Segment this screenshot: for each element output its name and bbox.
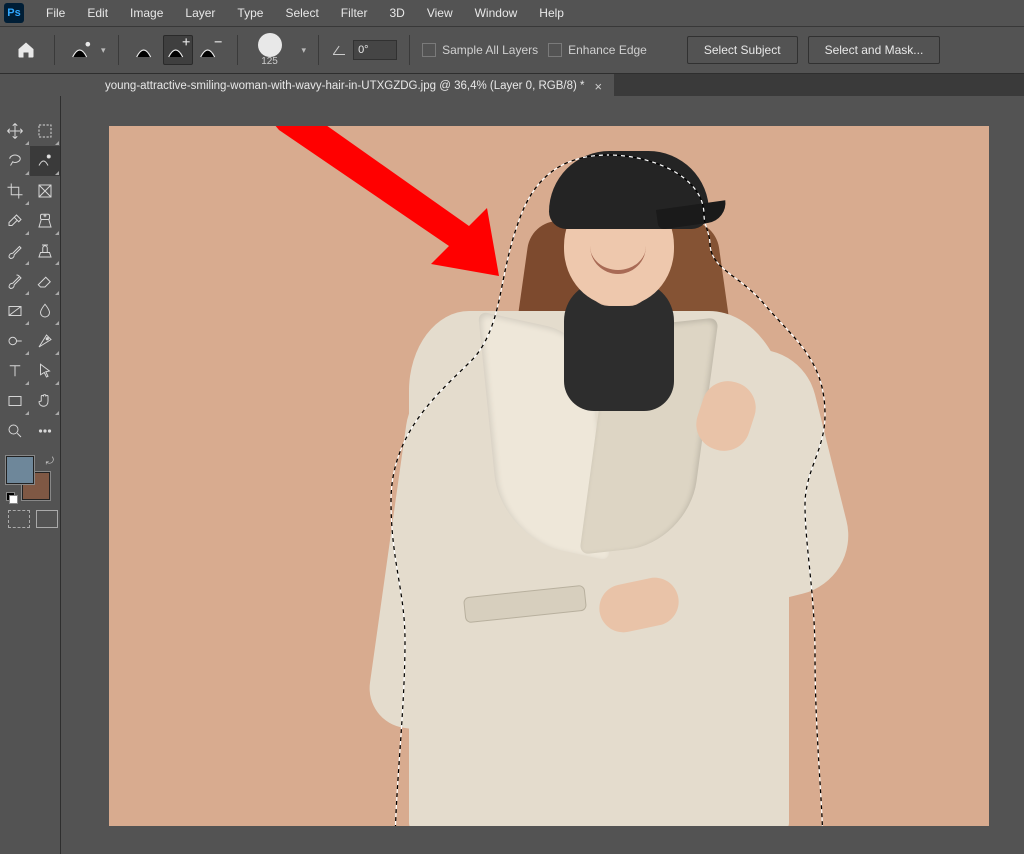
move-tool[interactable]	[0, 116, 30, 146]
options-bar: ▾ 125 ▾ 0° Sample All Layers Enhance Edg…	[0, 26, 1024, 74]
frame-tool[interactable]	[30, 176, 60, 206]
clone-stamp-tool[interactable]	[30, 236, 60, 266]
close-icon[interactable]: ×	[594, 80, 602, 93]
path-selection-tool[interactable]	[30, 356, 60, 386]
default-colors-icon[interactable]	[6, 492, 18, 504]
divider	[409, 35, 410, 65]
menu-layer[interactable]: Layer	[175, 2, 225, 24]
chevron-down-icon[interactable]: ▾	[302, 45, 307, 56]
lasso-tool[interactable]	[0, 146, 30, 176]
menu-select[interactable]: Select	[275, 2, 328, 24]
document-canvas[interactable]	[109, 126, 989, 826]
selection-mode-group	[131, 35, 225, 65]
sample-all-layers-checkbox[interactable]: Sample All Layers	[422, 43, 538, 57]
brush-angle-control[interactable]: 0°	[331, 40, 397, 60]
rectangle-shape-tool[interactable]	[0, 386, 30, 416]
menu-bar: Ps File Edit Image Layer Type Select Fil…	[0, 0, 1024, 26]
eyedropper-tool[interactable]	[0, 206, 30, 236]
brush-size-value: 125	[261, 57, 278, 67]
eraser-tool[interactable]	[30, 266, 60, 296]
menu-edit[interactable]: Edit	[77, 2, 118, 24]
edit-toolbar-button[interactable]	[30, 416, 60, 446]
document-tab[interactable]: young-attractive-smiling-woman-with-wavy…	[93, 74, 614, 98]
gradient-tool[interactable]	[0, 296, 30, 326]
app-logo: Ps	[4, 3, 24, 23]
brush-add-icon	[164, 36, 192, 64]
workspace: ⤾	[0, 96, 1024, 854]
screen-mode-button[interactable]	[36, 510, 58, 528]
divider	[118, 35, 119, 65]
chevron-down-icon: ▾	[101, 45, 106, 56]
brush-tool[interactable]	[0, 236, 30, 266]
hand-tool[interactable]	[30, 386, 60, 416]
divider	[54, 35, 55, 65]
enhance-edge-checkbox[interactable]: Enhance Edge	[548, 43, 647, 57]
menu-image[interactable]: Image	[120, 2, 173, 24]
menu-help[interactable]: Help	[529, 2, 574, 24]
home-button[interactable]	[10, 34, 42, 66]
sample-all-layers-label: Sample All Layers	[442, 43, 538, 57]
foreground-color[interactable]	[6, 456, 34, 484]
zoom-tool[interactable]	[0, 416, 30, 446]
swap-colors-icon[interactable]: ⤾	[46, 456, 54, 467]
menu-view[interactable]: View	[417, 2, 463, 24]
document-tab-strip: young-attractive-smiling-woman-with-wavy…	[93, 74, 1024, 98]
dodge-tool[interactable]	[0, 326, 30, 356]
angle-field[interactable]: 0°	[353, 40, 397, 60]
history-brush-tool[interactable]	[0, 266, 30, 296]
quick-selection-tool[interactable]	[30, 146, 60, 176]
subtract-from-selection-button[interactable]	[195, 35, 225, 65]
toolbox: ⤾	[0, 96, 61, 854]
type-tool[interactable]	[0, 356, 30, 386]
home-icon	[16, 40, 36, 60]
brush-subtract-icon	[196, 36, 224, 64]
add-to-selection-button[interactable]	[163, 35, 193, 65]
divider	[318, 35, 319, 65]
quick-mask-row	[8, 510, 60, 528]
select-subject-button[interactable]: Select Subject	[687, 36, 798, 64]
menu-type[interactable]: Type	[227, 2, 273, 24]
healing-brush-tool[interactable]	[30, 206, 60, 236]
quick-selection-icon	[68, 36, 96, 64]
pen-tool[interactable]	[30, 326, 60, 356]
brush-new-icon	[132, 36, 160, 64]
divider	[237, 35, 238, 65]
enhance-edge-label: Enhance Edge	[568, 43, 647, 57]
menu-3d[interactable]: 3D	[379, 2, 414, 24]
rectangular-marquee-tool[interactable]	[30, 116, 60, 146]
canvas-image-content	[379, 151, 839, 826]
checkbox-icon	[548, 43, 562, 57]
document-tab-title: young-attractive-smiling-woman-with-wavy…	[105, 80, 584, 92]
checkbox-icon	[422, 43, 436, 57]
select-and-mask-button[interactable]: Select and Mask...	[808, 36, 941, 64]
canvas-area[interactable]	[61, 96, 1024, 854]
angle-icon	[331, 42, 347, 58]
toolbox-header	[0, 102, 60, 114]
brush-preview-dot	[258, 33, 282, 57]
color-swatches[interactable]: ⤾	[6, 456, 54, 504]
new-selection-button[interactable]	[131, 35, 161, 65]
brush-picker[interactable]: 125	[250, 33, 290, 67]
menu-filter[interactable]: Filter	[331, 2, 378, 24]
menu-file[interactable]: File	[36, 2, 75, 24]
crop-tool[interactable]	[0, 176, 30, 206]
current-tool-preset[interactable]: ▾	[67, 35, 106, 65]
blur-tool[interactable]	[30, 296, 60, 326]
menu-window[interactable]: Window	[465, 2, 528, 24]
quick-mask-toggle[interactable]	[8, 510, 30, 528]
